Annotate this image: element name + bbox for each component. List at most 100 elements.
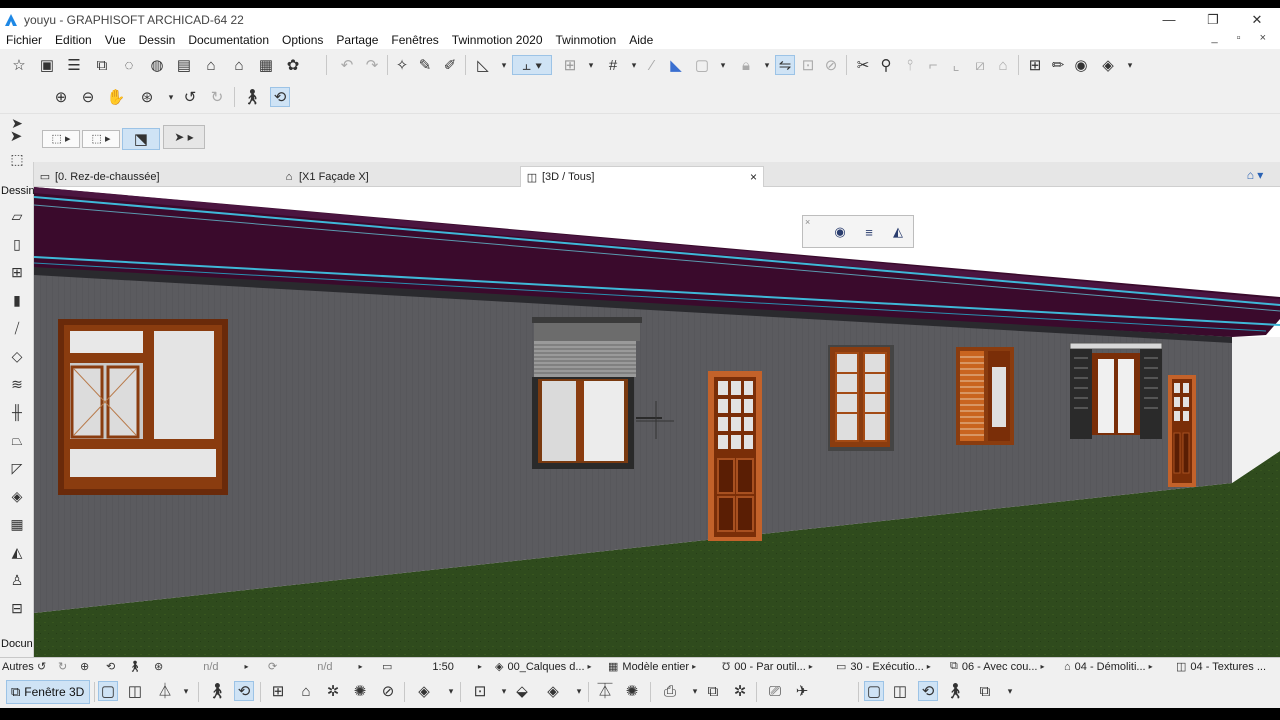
guide-lines-icon[interactable]: ◺ bbox=[473, 55, 493, 75]
geometry-method-icon[interactable]: ⬚ ▸ bbox=[42, 130, 80, 148]
snap-points-icon[interactable]: ⊞ bbox=[560, 55, 580, 75]
chevron-down-icon[interactable]: ▾ bbox=[1120, 55, 1140, 75]
object-tool-icon[interactable]: ♙ bbox=[6, 569, 28, 591]
wall-tool-icon[interactable]: ▱ bbox=[6, 205, 28, 227]
zoom-out-icon[interactable]: ⊖ bbox=[78, 87, 98, 107]
tab-elevation[interactable]: ⌂ [X1 Façade X] bbox=[278, 166, 518, 187]
restore-button[interactable]: ❐ bbox=[1190, 8, 1236, 31]
3d-box-view-icon[interactable]: ◫ bbox=[890, 681, 910, 701]
undo-icon[interactable]: ↶ bbox=[337, 55, 357, 75]
3d-window-view-icon[interactable]: ▢ bbox=[864, 681, 884, 701]
3d-cutaway-icon[interactable]: ◈ bbox=[543, 681, 563, 701]
lock-icon[interactable]: 🔒︎ bbox=[736, 55, 756, 75]
chevron-down-icon[interactable]: ▾ bbox=[569, 681, 589, 701]
curtain-wall-tool-icon[interactable]: ▦ bbox=[6, 513, 28, 535]
building-icon[interactable]: ⌂ bbox=[229, 55, 249, 75]
construction-grid-icon[interactable]: ⁄ bbox=[642, 55, 662, 75]
roof-trim-icon[interactable]: ⌂ bbox=[993, 55, 1013, 75]
layers-icon[interactable]: ☰ bbox=[64, 55, 84, 75]
orbit-mode-icon[interactable]: ⟲ bbox=[234, 681, 254, 701]
graphic-override-field[interactable]: ⧉ 06 - Avec cou... ▸ bbox=[950, 659, 1045, 674]
chevron-down-icon[interactable]: ▾ bbox=[713, 55, 733, 75]
previous-zoom-icon[interactable]: ↺ bbox=[180, 87, 200, 107]
window-tool-icon[interactable]: ⊞ bbox=[6, 261, 28, 283]
shell-tool-icon[interactable]: ◸ bbox=[6, 457, 28, 479]
parallel-projection-icon[interactable]: ▢ bbox=[98, 681, 118, 701]
fit-3d-icon[interactable]: ⊘ bbox=[378, 681, 398, 701]
photo-render-icon[interactable]: ✲ bbox=[730, 681, 750, 701]
marquee-3d-icon[interactable]: ⊡ bbox=[470, 681, 490, 701]
redo-zoom-icon[interactable]: ↻ bbox=[58, 659, 71, 674]
menu-vue[interactable]: Vue bbox=[99, 33, 133, 47]
explode-icon[interactable]: ⧄ bbox=[970, 55, 990, 75]
3d-viewport[interactable] bbox=[34, 187, 1280, 657]
chevron-down-icon[interactable]: ▾ bbox=[494, 55, 514, 75]
menu-aide[interactable]: Aide bbox=[623, 33, 660, 47]
beam-tool-icon[interactable]: ⧸ bbox=[6, 317, 28, 339]
chevron-down-icon[interactable]: ▾ bbox=[757, 55, 777, 75]
minimize-button[interactable]: — bbox=[1146, 8, 1192, 31]
cursor-snap-icon[interactable]: ◣ bbox=[666, 55, 686, 75]
sun-settings-icon[interactable]: ✺ bbox=[622, 681, 642, 701]
pencil-icon[interactable]: ✏ bbox=[1048, 55, 1068, 75]
textures-field[interactable]: ◫ 04 - Textures ... bbox=[1176, 659, 1266, 674]
chevron-down-icon[interactable]: ▾ bbox=[1000, 681, 1020, 701]
undo-zoom-icon[interactable]: ↺ bbox=[37, 659, 50, 674]
railing-tool-icon[interactable]: ╫ bbox=[6, 401, 28, 423]
eyedropper-icon[interactable]: ✎ bbox=[415, 55, 435, 75]
navigator-popup-icon[interactable]: ⌂ ▾ bbox=[1236, 165, 1274, 185]
stack-icon[interactable]: ▦ bbox=[256, 55, 276, 75]
renovation-filter-field[interactable]: ⌂ 04 - Démoliti... ▸ bbox=[1064, 659, 1153, 674]
menu-documentation[interactable]: Documentation bbox=[182, 33, 276, 47]
3d-navigation-icon[interactable]: ◈ bbox=[1098, 55, 1118, 75]
model-view-icon[interactable]: ⌂ bbox=[201, 55, 221, 75]
eye-icon[interactable]: ◉ bbox=[831, 224, 849, 240]
publisher-icon[interactable]: ⧉ bbox=[92, 55, 112, 75]
toolbox-section-autres[interactable]: Autres bbox=[2, 659, 34, 674]
trim-icon[interactable]: ⫯ bbox=[900, 55, 920, 75]
adjust-icon[interactable]: ⌐ bbox=[923, 55, 943, 75]
chevron-down-icon[interactable]: ▾ bbox=[494, 681, 514, 701]
axonometry-icon[interactable]: ⏃ bbox=[155, 681, 175, 701]
walk-icon[interactable]: 🚶︎ bbox=[242, 87, 262, 107]
group-icon[interactable]: ⊡ bbox=[798, 55, 818, 75]
layers-stack-icon[interactable]: ≡ bbox=[860, 224, 878, 240]
arrow-tool-icon[interactable]: ➤ bbox=[6, 112, 28, 134]
renovation-icon[interactable]: ✿ bbox=[283, 55, 303, 75]
orbit-icon[interactable]: ⟲ bbox=[270, 87, 290, 107]
camera-icon[interactable]: ⎙ bbox=[660, 681, 680, 701]
menu-options[interactable]: Options bbox=[276, 33, 330, 47]
fit-window-icon[interactable]: ⊛ bbox=[137, 87, 157, 107]
menu-fenetres[interactable]: Fenêtres bbox=[385, 33, 445, 47]
redo-icon[interactable]: ↷ bbox=[362, 55, 382, 75]
pan-hand-icon[interactable]: ✋ bbox=[106, 87, 126, 107]
scissors-icon[interactable]: ✂ bbox=[853, 55, 873, 75]
chevron-down-icon[interactable]: ▾ bbox=[685, 681, 705, 701]
perspective-icon[interactable]: ◫ bbox=[125, 681, 145, 701]
menu-edition[interactable]: Edition bbox=[49, 33, 99, 47]
menu-fichier[interactable]: Fichier bbox=[0, 33, 49, 47]
teamwork-icon[interactable]: ◌ bbox=[119, 55, 139, 75]
zoom-in-icon[interactable]: ⊕ bbox=[51, 87, 71, 107]
layer-combination-field[interactable]: ◈ 00_Calques d... ▸ bbox=[495, 659, 592, 674]
view-map-icon[interactable]: ◍ bbox=[147, 55, 167, 75]
menu-twinmotion-2020[interactable]: Twinmotion 2020 bbox=[446, 33, 550, 47]
explore-model-icon[interactable]: ✲ bbox=[323, 681, 343, 701]
ungroup-icon[interactable]: ⊘ bbox=[821, 55, 841, 75]
chevron-down-icon[interactable]: ▾ bbox=[441, 681, 461, 701]
morph-tool-icon[interactable]: ◭ bbox=[6, 541, 28, 563]
document-window-controls[interactable]: _ ▫ × bbox=[1211, 32, 1274, 44]
next-zoom-icon[interactable]: ↻ bbox=[207, 87, 227, 107]
pen-set-field[interactable]: Ʊ 00 - Par outil... ▸ bbox=[722, 659, 813, 674]
scale-field[interactable]: ▭ 1:50 ▸ bbox=[382, 659, 486, 674]
close-palette-icon[interactable]: × bbox=[805, 217, 810, 227]
partial-elements-icon[interactable]: ⬚ ▸ bbox=[82, 130, 120, 148]
toolbox-section-dessin[interactable]: Dessin bbox=[1, 185, 35, 197]
door-tool-icon[interactable]: ▯ bbox=[6, 233, 28, 255]
graduation-cap-icon[interactable]: ◭ bbox=[889, 224, 907, 240]
chevron-down-icon[interactable]: ▾ bbox=[581, 55, 601, 75]
stair-tool-icon[interactable]: ≋ bbox=[6, 373, 28, 395]
chevron-down-icon[interactable]: ▾ bbox=[161, 87, 181, 107]
movie-icon[interactable]: ⎚ bbox=[765, 681, 785, 701]
menu-dessin[interactable]: Dessin bbox=[133, 33, 183, 47]
